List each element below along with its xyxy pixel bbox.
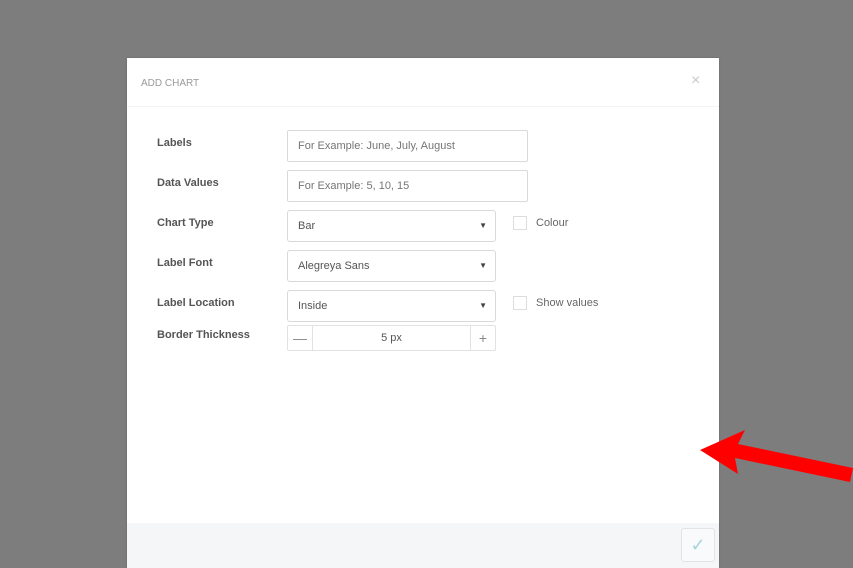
chevron-down-icon: ▼ (479, 261, 487, 270)
label-font-select[interactable]: Alegreya Sans ▼ (287, 250, 496, 282)
border-thickness-stepper: — 5 px + (287, 325, 496, 351)
close-icon[interactable]: × (691, 73, 705, 89)
label-font-label: Label Font (157, 257, 213, 269)
confirm-button[interactable]: ✓ (681, 528, 715, 562)
labels-input[interactable] (287, 130, 528, 162)
chart-type-label: Chart Type (157, 217, 214, 229)
annotation-arrow (700, 430, 853, 482)
border-thickness-value[interactable]: 5 px (312, 326, 471, 350)
data-values-input[interactable] (287, 170, 528, 202)
colour-label: Colour (536, 217, 569, 229)
border-thickness-label: Border Thickness (157, 329, 250, 341)
label-location-value: Inside (298, 300, 328, 312)
labels-label: Labels (157, 137, 192, 149)
show-values-label: Show values (536, 297, 599, 309)
colour-checkbox[interactable] (513, 216, 527, 230)
dialog-header: ADD CHART × (127, 58, 719, 107)
show-values-checkbox[interactable] (513, 296, 527, 310)
label-location-label: Label Location (157, 297, 235, 309)
chevron-down-icon: ▼ (479, 221, 487, 230)
dialog-footer: ✓ (127, 523, 719, 568)
chevron-down-icon: ▼ (479, 301, 487, 310)
data-values-label: Data Values (157, 177, 219, 189)
chart-type-select[interactable]: Bar ▼ (287, 210, 496, 242)
dialog-title: ADD CHART (141, 78, 200, 89)
label-location-select[interactable]: Inside ▼ (287, 290, 496, 322)
decrement-button[interactable]: — (288, 326, 312, 350)
label-font-value: Alegreya Sans (298, 260, 370, 272)
red-arrow-icon (700, 430, 853, 482)
increment-button[interactable]: + (471, 326, 495, 350)
chart-type-value: Bar (298, 220, 316, 232)
add-chart-dialog: ADD CHART × Labels Data Values Chart Typ… (127, 58, 719, 568)
